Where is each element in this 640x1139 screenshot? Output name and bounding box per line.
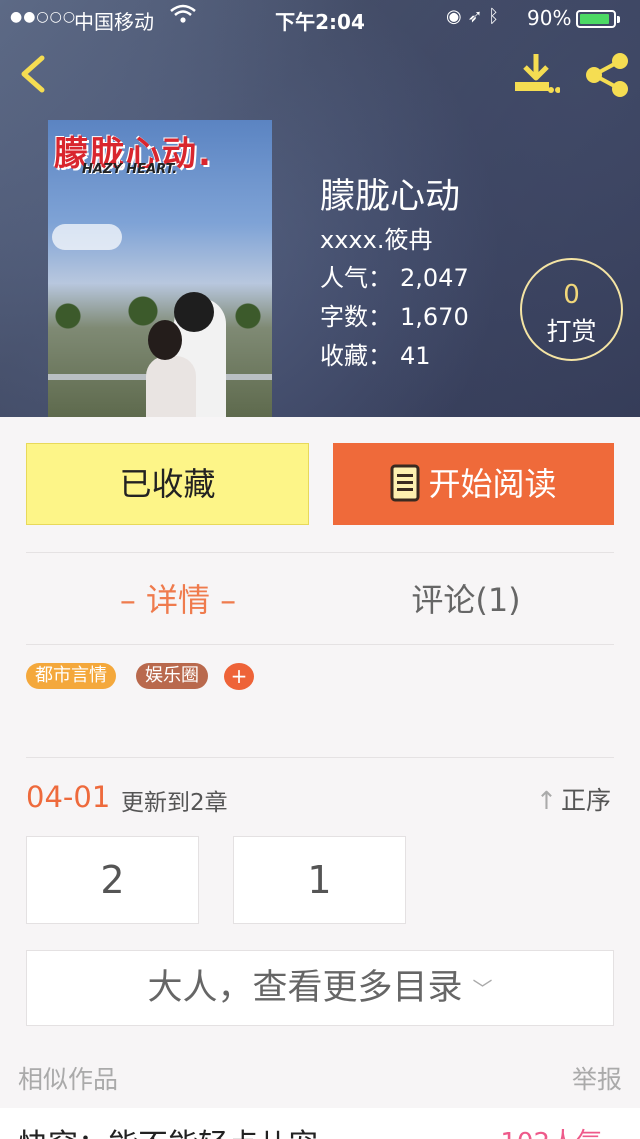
- stat-label: 收藏：: [320, 342, 392, 370]
- stat-value: 2,047: [400, 264, 469, 292]
- cover-figure-girl-head: [148, 320, 182, 360]
- tip-label: 打赏: [546, 317, 597, 346]
- chevron-left-icon: [21, 55, 45, 93]
- download-button[interactable]: [512, 52, 561, 98]
- share-icon: [586, 53, 628, 97]
- stat-label: 字数：: [320, 303, 392, 331]
- back-button[interactable]: [14, 52, 54, 96]
- tag-entertainment[interactable]: 娱乐圈: [136, 663, 208, 689]
- update-date: 04-01: [26, 780, 111, 814]
- divider: [26, 644, 614, 645]
- book-title: 朦胧心动: [320, 177, 461, 217]
- sort-toggle[interactable]: ↑ 正序: [536, 781, 611, 817]
- bluetooth-icon: ᛒ: [488, 6, 500, 27]
- chevron-down-icon: ﹀: [472, 977, 493, 1001]
- battery-icon: [576, 10, 620, 28]
- more-catalog-label: 大人，查看更多目录: [147, 968, 463, 1008]
- cover-subtitle: HAZY HEART.: [82, 162, 178, 177]
- book-author[interactable]: xxxx.筱冉: [320, 220, 432, 255]
- tab-detail[interactable]: – 详情 –: [60, 575, 296, 621]
- similar-work-popularity: 102人气: [500, 1122, 602, 1139]
- cover-cloud: [52, 224, 122, 250]
- stat-favorites: 收藏： 41: [320, 336, 431, 371]
- tag-urban-romance[interactable]: 都市言情: [26, 663, 116, 689]
- similar-work-title: 快穿：能不能轻点儿宠: [18, 1120, 318, 1139]
- stat-popularity: 人气： 2,047: [320, 258, 469, 293]
- cover-figure-girl: [146, 356, 196, 417]
- start-reading-button[interactable]: 开始阅读: [333, 443, 614, 525]
- tab-comments[interactable]: 评论(1): [348, 575, 584, 621]
- add-tag-button[interactable]: +: [224, 663, 254, 690]
- report-link[interactable]: 举报: [572, 1060, 622, 1096]
- rotation-lock-icon: ◉: [446, 6, 462, 27]
- status-bar: ●●○○○ 中国移动 下午2:04 ◉ ➶ ᛒ 90%: [0, 0, 640, 36]
- chapter-item[interactable]: 1: [233, 836, 406, 924]
- chapter-item[interactable]: 2: [26, 836, 199, 924]
- sort-label: 正序: [560, 786, 611, 815]
- stat-value: 1,670: [400, 303, 469, 331]
- more-catalog-button[interactable]: 大人，查看更多目录 ﹀: [26, 950, 614, 1026]
- start-reading-label: 开始阅读: [428, 465, 557, 503]
- location-icon: ➶: [467, 6, 483, 27]
- update-text: 更新到2章: [121, 790, 228, 816]
- download-icon: [515, 54, 561, 93]
- stat-label: 人气：: [320, 264, 392, 292]
- divider: [26, 552, 614, 553]
- favorited-button[interactable]: 已收藏: [26, 443, 309, 525]
- divider: [26, 757, 614, 758]
- stat-word-count: 字数： 1,670: [320, 297, 469, 332]
- stat-value: 41: [400, 342, 431, 370]
- battery-fill: [580, 14, 609, 24]
- book-detail-page: ●●○○○ 中国移动 下午2:04 ◉ ➶ ᛒ 90% 朦胧心动. HAZY H…: [0, 0, 640, 1139]
- status-icons: ◉ ➶ ᛒ: [446, 6, 499, 27]
- book-cover[interactable]: 朦胧心动. HAZY HEART.: [48, 120, 272, 417]
- tip-count: 0: [563, 280, 580, 310]
- tip-button[interactable]: 0 打赏: [520, 258, 623, 361]
- share-button[interactable]: [584, 52, 630, 98]
- similar-works-heading: 相似作品: [18, 1065, 119, 1094]
- book-icon: [390, 464, 420, 502]
- cover-figure-boy-head: [174, 292, 214, 332]
- battery-percent: 90%: [527, 6, 572, 30]
- similar-work-item[interactable]: 快穿：能不能轻点儿宠 102人气: [0, 1108, 640, 1139]
- arrow-up-icon: ↑: [536, 786, 557, 815]
